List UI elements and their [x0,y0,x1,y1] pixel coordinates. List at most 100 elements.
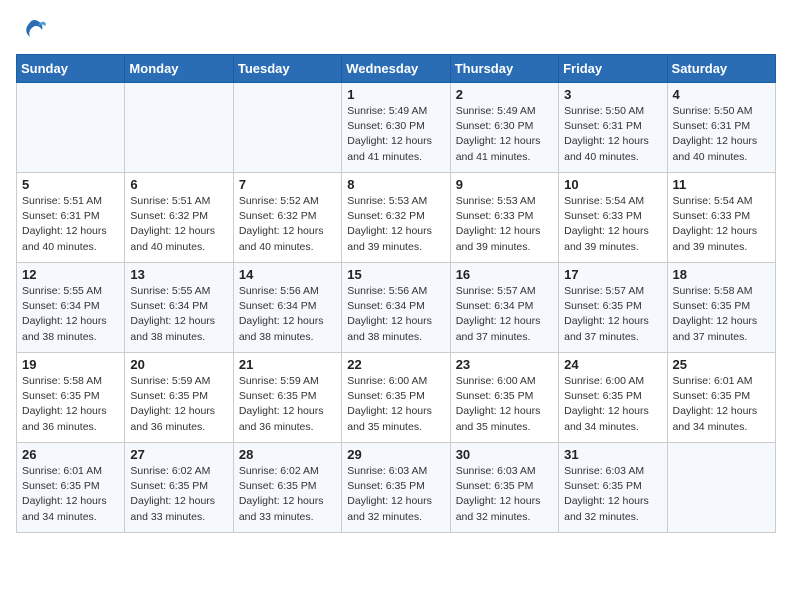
calendar-cell: 17Sunrise: 5:57 AM Sunset: 6:35 PM Dayli… [559,263,667,353]
calendar-cell: 14 Sunrise: 5:56 AM Sunset: 6:34 PM Dayli… [233,263,341,353]
day-info: Sunrise: 5:49 AM Sunset: 6:30 PM Dayligh… [347,104,444,165]
header-tuesday: Tuesday [233,55,341,83]
day-number: 18 [673,267,770,282]
calendar-table: SundayMondayTuesdayWednesdayThursdayFrid… [16,54,776,533]
calendar-cell: 27 Sunrise: 6:02 AM Sunset: 6:35 PM Dayli… [125,443,233,533]
header-sunday: Sunday [17,55,125,83]
day-info: Sunrise: 5:58 AM Sunset: 6:35 PM Dayligh… [673,284,770,345]
calendar-cell: 28Sunrise: 6:02 AM Sunset: 6:35 PM Dayli… [233,443,341,533]
calendar-cell [233,83,341,173]
day-number: 7 [239,177,336,192]
day-info: Sunrise: 6:02 AM Sunset: 6:35 PM Dayligh… [239,464,336,525]
week-row-3: 12Sunrise: 5:55 AM Sunset: 6:34 PM Dayli… [17,263,776,353]
day-info: Sunrise: 6:01 AM Sunset: 6:35 PM Dayligh… [22,464,119,525]
calendar-cell: 9Sunrise: 5:53 AM Sunset: 6:33 PM Daylig… [450,173,558,263]
header-thursday: Thursday [450,55,558,83]
calendar-cell: 19 Sunrise: 5:58 AM Sunset: 6:35 PM Dayli… [17,353,125,443]
week-row-4: 19 Sunrise: 5:58 AM Sunset: 6:35 PM Dayli… [17,353,776,443]
calendar-cell: 3Sunrise: 5:50 AM Sunset: 6:31 PM Daylig… [559,83,667,173]
day-info: Sunrise: 5:50 AM Sunset: 6:31 PM Dayligh… [673,104,770,165]
calendar-cell: 5 Sunrise: 5:51 AM Sunset: 6:31 PM Daylig… [17,173,125,263]
header-friday: Friday [559,55,667,83]
day-number: 16 [456,267,553,282]
day-number: 24 [564,357,661,372]
calendar-cell: 29Sunrise: 6:03 AM Sunset: 6:35 PM Dayli… [342,443,450,533]
calendar-cell: 24 Sunrise: 6:00 AM Sunset: 6:35 PM Dayli… [559,353,667,443]
day-info: Sunrise: 5:49 AM Sunset: 6:30 PM Dayligh… [456,104,553,165]
day-number: 13 [130,267,227,282]
day-info: Sunrise: 6:00 AM Sunset: 6:35 PM Dayligh… [347,374,444,435]
day-info: Sunrise: 5:57 AM Sunset: 6:34 PM Dayligh… [456,284,553,345]
calendar-cell: 25 Sunrise: 6:01 AM Sunset: 6:35 PM Dayli… [667,353,775,443]
day-info: Sunrise: 5:55 AM Sunset: 6:34 PM Dayligh… [130,284,227,345]
calendar-cell: 30 Sunrise: 6:03 AM Sunset: 6:35 PM Dayli… [450,443,558,533]
day-number: 4 [673,87,770,102]
day-number: 29 [347,447,444,462]
calendar-cell: 18 Sunrise: 5:58 AM Sunset: 6:35 PM Dayli… [667,263,775,353]
week-row-5: 26Sunrise: 6:01 AM Sunset: 6:35 PM Dayli… [17,443,776,533]
calendar-cell: 7 Sunrise: 5:52 AM Sunset: 6:32 PM Daylig… [233,173,341,263]
calendar-cell: 1 Sunrise: 5:49 AM Sunset: 6:30 PM Daylig… [342,83,450,173]
calendar-cell: 6 Sunrise: 5:51 AM Sunset: 6:32 PM Daylig… [125,173,233,263]
header-saturday: Saturday [667,55,775,83]
calendar-cell: 12Sunrise: 5:55 AM Sunset: 6:34 PM Dayli… [17,263,125,353]
day-number: 25 [673,357,770,372]
week-row-1: 1 Sunrise: 5:49 AM Sunset: 6:30 PM Daylig… [17,83,776,173]
calendar-cell [125,83,233,173]
header [16,16,776,44]
day-number: 14 [239,267,336,282]
day-number: 11 [673,177,770,192]
calendar-cell: 10Sunrise: 5:54 AM Sunset: 6:33 PM Dayli… [559,173,667,263]
day-number: 27 [130,447,227,462]
day-info: Sunrise: 5:51 AM Sunset: 6:32 PM Dayligh… [130,194,227,255]
day-number: 21 [239,357,336,372]
day-info: Sunrise: 6:03 AM Sunset: 6:35 PM Dayligh… [564,464,661,525]
calendar-cell: 31 Sunrise: 6:03 AM Sunset: 6:35 PM Dayli… [559,443,667,533]
day-number: 8 [347,177,444,192]
day-info: Sunrise: 5:56 AM Sunset: 6:34 PM Dayligh… [347,284,444,345]
calendar-cell: 20 Sunrise: 5:59 AM Sunset: 6:35 PM Dayli… [125,353,233,443]
day-number: 22 [347,357,444,372]
day-number: 19 [22,357,119,372]
day-info: Sunrise: 5:58 AM Sunset: 6:35 PM Dayligh… [22,374,119,435]
day-info: Sunrise: 6:02 AM Sunset: 6:35 PM Dayligh… [130,464,227,525]
calendar-cell: 22 Sunrise: 6:00 AM Sunset: 6:35 PM Dayli… [342,353,450,443]
calendar-cell: 15 Sunrise: 5:56 AM Sunset: 6:34 PM Dayli… [342,263,450,353]
day-number: 9 [456,177,553,192]
day-info: Sunrise: 5:56 AM Sunset: 6:34 PM Dayligh… [239,284,336,345]
logo [16,16,48,44]
day-info: Sunrise: 5:59 AM Sunset: 6:35 PM Dayligh… [239,374,336,435]
calendar-cell: 16 Sunrise: 5:57 AM Sunset: 6:34 PM Dayli… [450,263,558,353]
calendar-cell [667,443,775,533]
day-info: Sunrise: 5:54 AM Sunset: 6:33 PM Dayligh… [673,194,770,255]
day-info: Sunrise: 6:03 AM Sunset: 6:35 PM Dayligh… [456,464,553,525]
calendar-cell: 11 Sunrise: 5:54 AM Sunset: 6:33 PM Dayli… [667,173,775,263]
day-number: 23 [456,357,553,372]
calendar-cell: 2Sunrise: 5:49 AM Sunset: 6:30 PM Daylig… [450,83,558,173]
day-info: Sunrise: 5:53 AM Sunset: 6:32 PM Dayligh… [347,194,444,255]
calendar-header-row: SundayMondayTuesdayWednesdayThursdayFrid… [17,55,776,83]
day-info: Sunrise: 6:00 AM Sunset: 6:35 PM Dayligh… [564,374,661,435]
day-info: Sunrise: 6:00 AM Sunset: 6:35 PM Dayligh… [456,374,553,435]
day-info: Sunrise: 5:52 AM Sunset: 6:32 PM Dayligh… [239,194,336,255]
calendar-cell [17,83,125,173]
day-number: 5 [22,177,119,192]
day-number: 31 [564,447,661,462]
calendar-cell: 4 Sunrise: 5:50 AM Sunset: 6:31 PM Daylig… [667,83,775,173]
calendar-cell: 8 Sunrise: 5:53 AM Sunset: 6:32 PM Daylig… [342,173,450,263]
day-number: 20 [130,357,227,372]
day-number: 6 [130,177,227,192]
week-row-2: 5 Sunrise: 5:51 AM Sunset: 6:31 PM Daylig… [17,173,776,263]
day-info: Sunrise: 6:01 AM Sunset: 6:35 PM Dayligh… [673,374,770,435]
day-number: 17 [564,267,661,282]
day-number: 1 [347,87,444,102]
day-number: 15 [347,267,444,282]
day-info: Sunrise: 5:50 AM Sunset: 6:31 PM Dayligh… [564,104,661,165]
day-info: Sunrise: 5:59 AM Sunset: 6:35 PM Dayligh… [130,374,227,435]
calendar-cell: 21 Sunrise: 5:59 AM Sunset: 6:35 PM Dayli… [233,353,341,443]
calendar-cell: 13 Sunrise: 5:55 AM Sunset: 6:34 PM Dayli… [125,263,233,353]
day-number: 30 [456,447,553,462]
calendar-cell: 26Sunrise: 6:01 AM Sunset: 6:35 PM Dayli… [17,443,125,533]
day-info: Sunrise: 5:51 AM Sunset: 6:31 PM Dayligh… [22,194,119,255]
header-monday: Monday [125,55,233,83]
